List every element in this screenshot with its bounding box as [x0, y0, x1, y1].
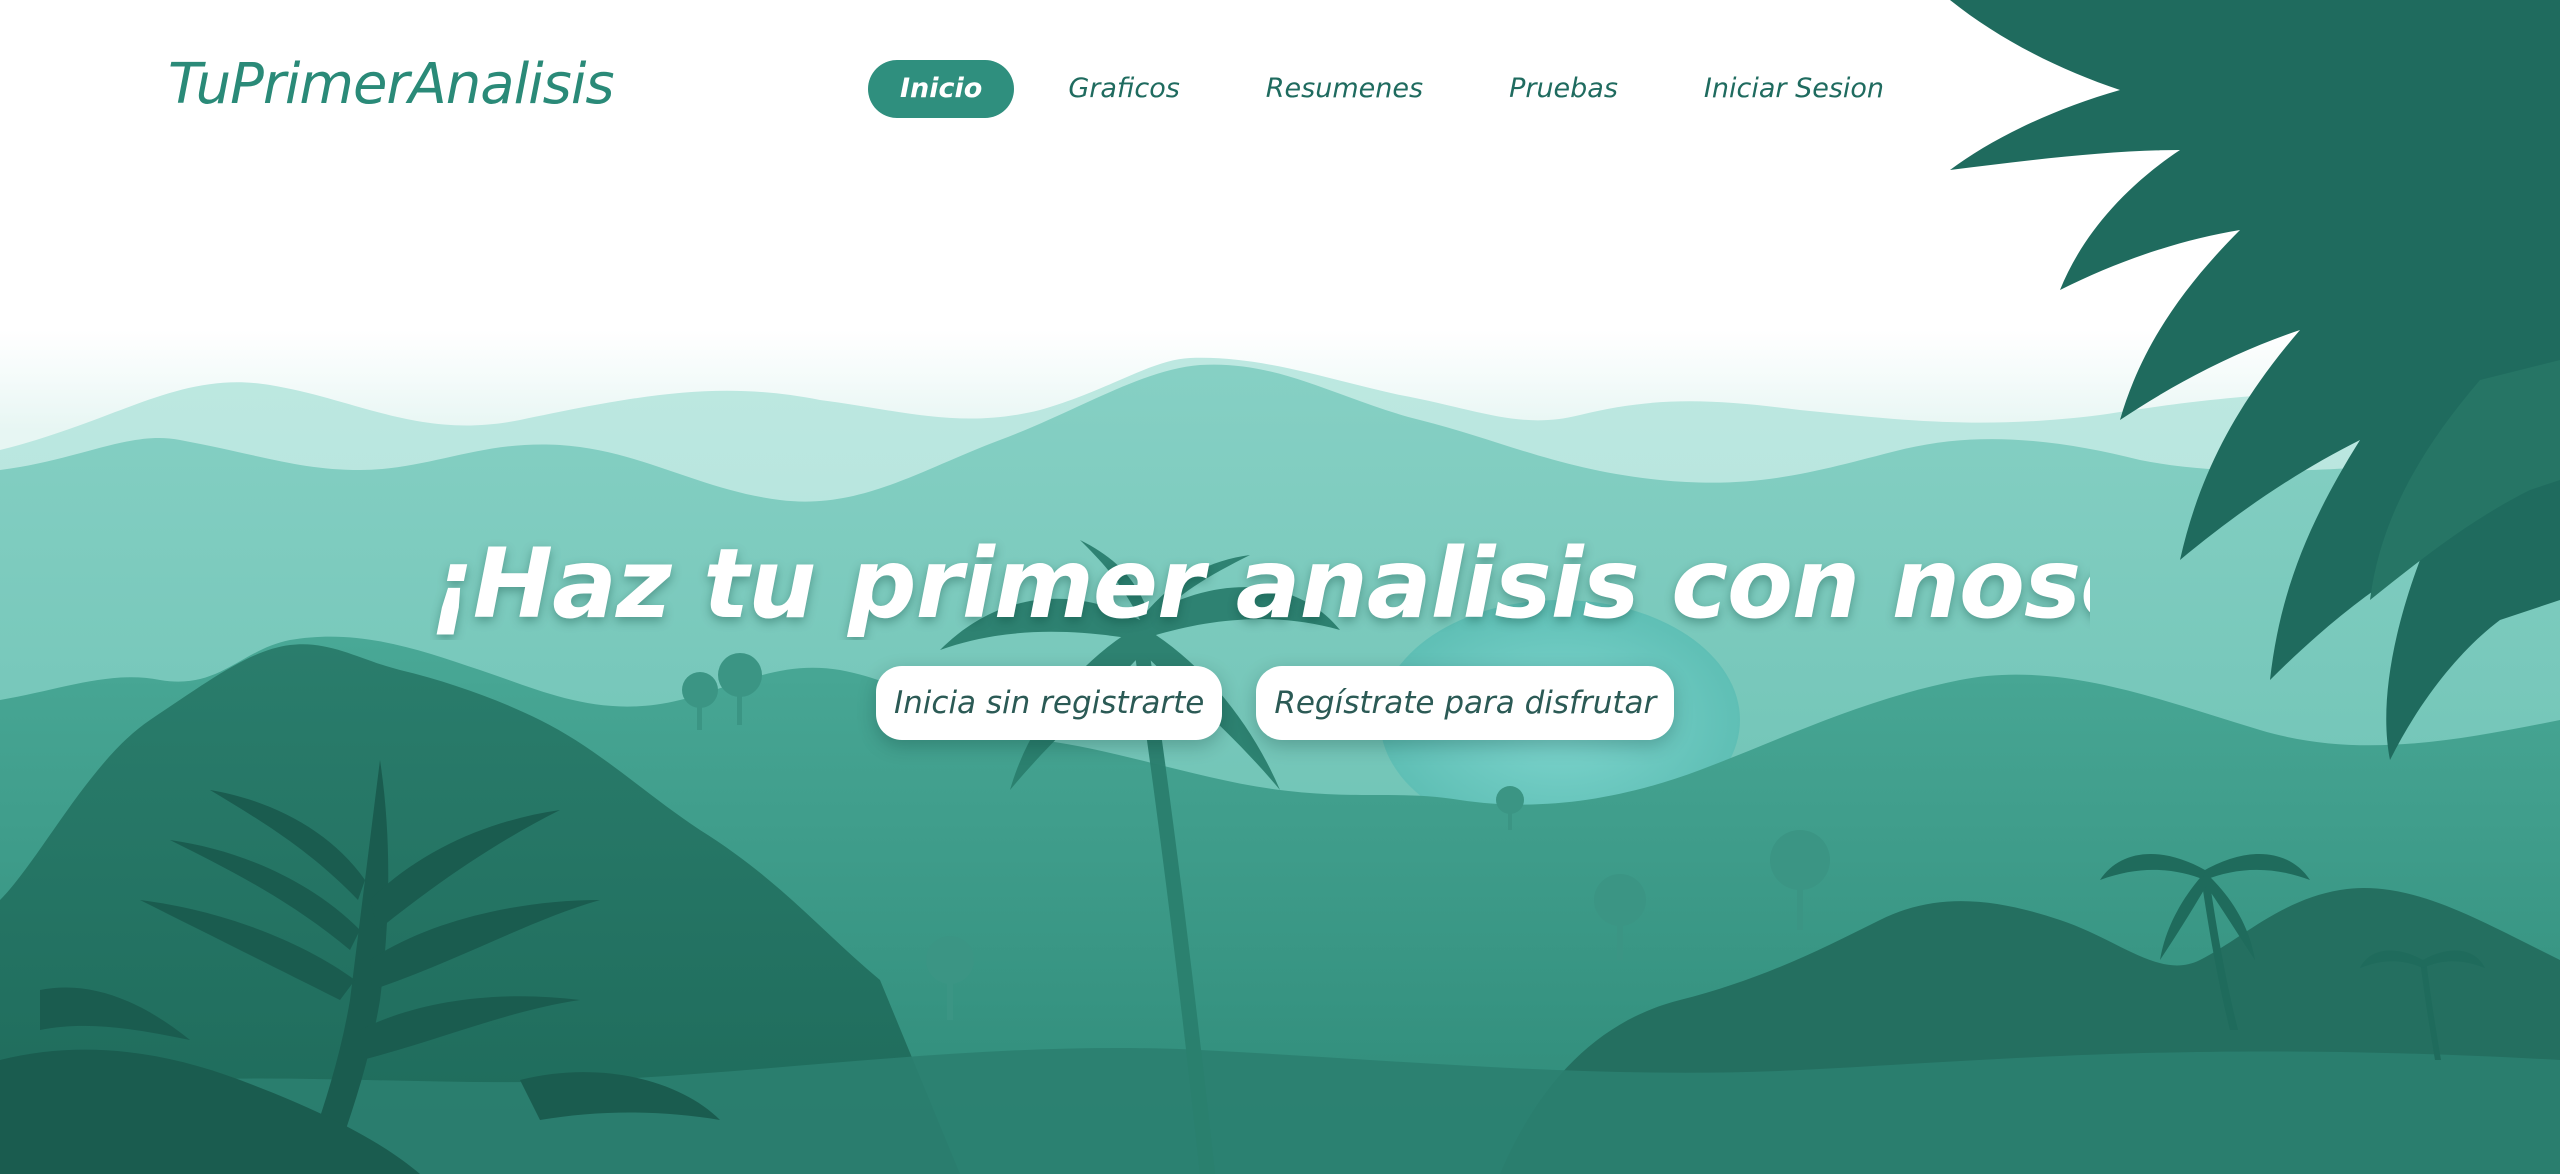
landing-page: TuPrimerAnalisis Inicio Graficos Resumen… — [0, 0, 2560, 1174]
nav-graficos[interactable]: Graficos — [1036, 60, 1211, 118]
hero-title: ¡Haz tu primer analisis con nosotros! — [430, 528, 2090, 640]
nav-iniciar-sesion[interactable]: Iniciar Sesion — [1672, 60, 1916, 118]
main-nav: Inicio Graficos Resumenes Pruebas Inicia… — [868, 60, 1938, 118]
register-button[interactable]: Regístrate para disfrutar — [1256, 666, 1675, 740]
start-without-register-button[interactable]: Inicia sin registrarte — [876, 666, 1223, 740]
nav-resumenes[interactable]: Resumenes — [1234, 60, 1455, 118]
site-logo[interactable]: TuPrimerAnalisis — [168, 52, 615, 117]
nav-inicio[interactable]: Inicio — [868, 60, 1015, 118]
nav-pruebas[interactable]: Pruebas — [1477, 60, 1650, 118]
hero-buttons: Inicia sin registrarte Regístrate para d… — [876, 666, 1708, 740]
